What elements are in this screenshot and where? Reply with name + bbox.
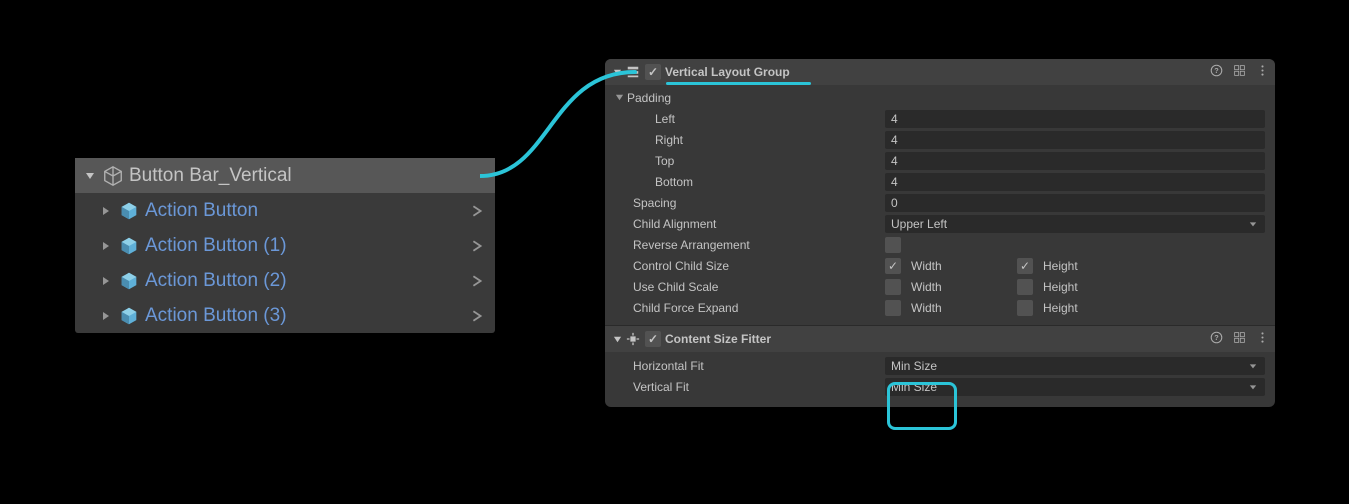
horizontal-fit-label: Horizontal Fit: [615, 359, 885, 373]
force-expand-label: Child Force Expand: [615, 301, 885, 315]
prefab-icon: [117, 234, 141, 258]
hierarchy-row-parent[interactable]: Button Bar_Vertical: [75, 158, 495, 193]
prefab-icon: [117, 199, 141, 223]
svg-text:?: ?: [1214, 333, 1219, 342]
open-prefab-icon[interactable]: [467, 310, 487, 322]
right-input[interactable]: [885, 131, 1265, 149]
help-icon[interactable]: ?: [1210, 64, 1223, 80]
hierarchy-child-label: Action Button: [145, 200, 467, 222]
foldout-down-icon[interactable]: [83, 171, 97, 181]
inspector-panel: Vertical Layout Group ? Padding Left: [605, 59, 1275, 407]
chevron-down-icon: [1249, 383, 1259, 391]
hierarchy-child-label: Action Button (3): [145, 305, 467, 327]
hierarchy-panel: Button Bar_Vertical Action Button: [75, 158, 495, 333]
hierarchy-child-label: Action Button (2): [145, 270, 467, 292]
gameobject-icon: [101, 164, 125, 188]
use-scale-width-checkbox[interactable]: [885, 279, 901, 295]
foldout-down-icon: [615, 91, 627, 105]
control-width-checkbox[interactable]: [885, 258, 901, 274]
hierarchy-row-child[interactable]: Action Button (2): [75, 263, 495, 298]
child-alignment-dropdown[interactable]: Upper Left: [885, 215, 1265, 233]
component-enable-checkbox[interactable]: [645, 64, 661, 80]
top-label: Top: [615, 154, 885, 168]
use-scale-label: Use Child Scale: [615, 280, 885, 294]
bottom-input[interactable]: [885, 173, 1265, 191]
left-input[interactable]: [885, 110, 1265, 128]
hierarchy-row-child[interactable]: Action Button (3): [75, 298, 495, 333]
open-prefab-icon[interactable]: [467, 205, 487, 217]
svg-text:?: ?: [1214, 66, 1219, 75]
layout-group-icon: [625, 64, 641, 80]
hierarchy-parent-label: Button Bar_Vertical: [129, 165, 495, 187]
use-scale-height-checkbox[interactable]: [1017, 279, 1033, 295]
preset-icon[interactable]: [1233, 331, 1246, 347]
component-title: Vertical Layout Group: [665, 65, 790, 79]
chevron-down-icon: [1249, 362, 1259, 370]
force-expand-height-checkbox[interactable]: [1017, 300, 1033, 316]
control-size-label: Control Child Size: [615, 259, 885, 273]
component-title: Content Size Fitter: [665, 332, 771, 346]
right-label: Right: [615, 133, 885, 147]
foldout-down-icon[interactable]: [611, 68, 623, 77]
left-label: Left: [615, 112, 885, 126]
foldout-right-icon[interactable]: [99, 206, 113, 216]
prefab-icon: [117, 304, 141, 328]
foldout-right-icon[interactable]: [99, 311, 113, 321]
prefab-icon: [117, 269, 141, 293]
reverse-checkbox[interactable]: [885, 237, 901, 253]
vertical-fit-label: Vertical Fit: [615, 380, 885, 394]
open-prefab-icon[interactable]: [467, 240, 487, 252]
menu-icon[interactable]: [1256, 64, 1269, 80]
menu-icon[interactable]: [1256, 331, 1269, 347]
foldout-right-icon[interactable]: [99, 276, 113, 286]
vertical-fit-dropdown[interactable]: Min Size: [885, 378, 1265, 396]
component-header-csf[interactable]: Content Size Fitter ?: [605, 326, 1275, 352]
reverse-label: Reverse Arrangement: [615, 238, 885, 252]
padding-foldout[interactable]: Padding: [615, 88, 1265, 108]
hierarchy-row-child[interactable]: Action Button: [75, 193, 495, 228]
open-prefab-icon[interactable]: [467, 275, 487, 287]
hierarchy-child-label: Action Button (1): [145, 235, 467, 257]
spacing-label: Spacing: [615, 196, 885, 210]
spacing-input[interactable]: [885, 194, 1265, 212]
preset-icon[interactable]: [1233, 64, 1246, 80]
content-size-fitter-icon: [625, 331, 641, 347]
child-alignment-label: Child Alignment: [615, 217, 885, 231]
horizontal-fit-dropdown[interactable]: Min Size: [885, 357, 1265, 375]
help-icon[interactable]: ?: [1210, 331, 1223, 347]
foldout-right-icon[interactable]: [99, 241, 113, 251]
chevron-down-icon: [1249, 220, 1259, 228]
bottom-label: Bottom: [615, 175, 885, 189]
force-expand-width-checkbox[interactable]: [885, 300, 901, 316]
top-input[interactable]: [885, 152, 1265, 170]
control-height-checkbox[interactable]: [1017, 258, 1033, 274]
component-enable-checkbox[interactable]: [645, 331, 661, 347]
hierarchy-row-child[interactable]: Action Button (1): [75, 228, 495, 263]
annotation-underline: [666, 82, 811, 85]
foldout-down-icon[interactable]: [611, 335, 623, 344]
